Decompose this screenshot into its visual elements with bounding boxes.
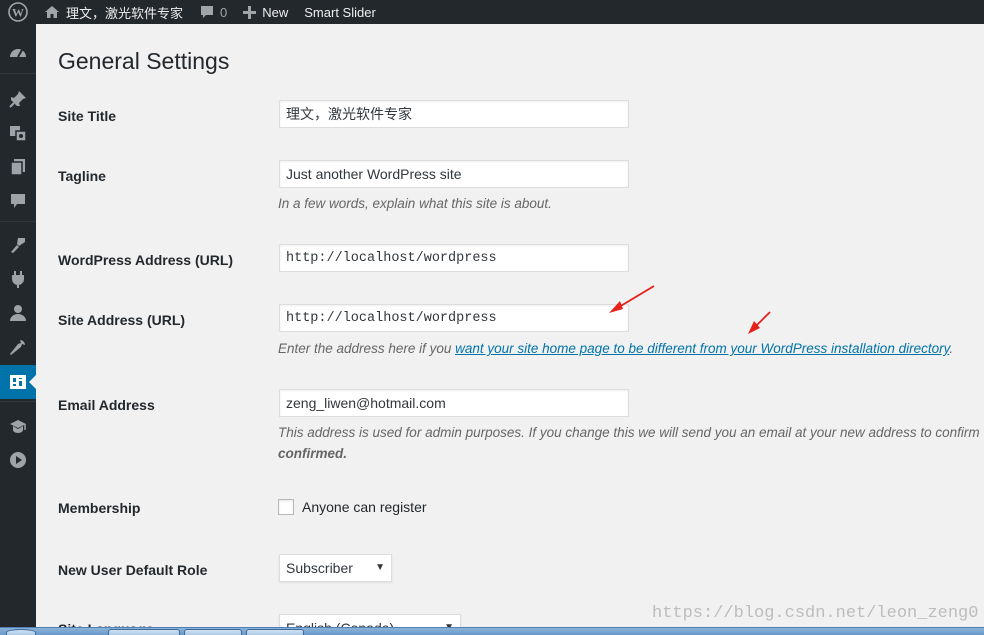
site-title-label: Site Title [58, 108, 117, 124]
site-title-input[interactable] [279, 100, 629, 128]
new-label: New [262, 4, 289, 20]
media-icon[interactable] [0, 116, 36, 150]
tagline-description: In a few words, explain what this site i… [278, 196, 552, 211]
site-address-description: Enter the address here if you want your … [278, 341, 953, 356]
comments-link[interactable]: 0 [191, 0, 235, 24]
dashboard-icon[interactable] [0, 36, 36, 70]
wordpress-address-input[interactable] [279, 244, 629, 272]
tagline-label: Tagline [58, 168, 106, 184]
comments-count: 0 [220, 4, 228, 20]
settings-content: General Settings Site Title Tagline In a… [36, 24, 984, 635]
watermark-text: https://blog.csdn.net/leon_zeng0 [652, 604, 979, 623]
site-name-link[interactable]: 理文，激光软件专家 [36, 0, 191, 24]
smart-slider-label: Smart Slider [304, 4, 376, 20]
appearance-icon[interactable] [0, 228, 36, 262]
anyone-can-register-label[interactable]: Anyone can register [302, 499, 427, 515]
graduation-cap-icon[interactable] [0, 409, 36, 443]
windows-taskbar [0, 627, 984, 635]
pin-icon[interactable] [0, 82, 36, 116]
taskbar-button[interactable] [108, 629, 180, 635]
users-icon[interactable] [0, 296, 36, 330]
default-role-label: New User Default Role [58, 562, 208, 578]
tools-icon[interactable] [0, 330, 36, 364]
email-confirmed-text: confirmed. [278, 446, 348, 461]
site-address-description-prefix: Enter the address here if you [278, 341, 456, 356]
dropdown-caret-icon: ▼ [375, 562, 385, 573]
site-name: 理文，激光软件专家 [66, 5, 184, 21]
settings-icon[interactable] [0, 365, 37, 399]
wordpress-address-label: WordPress Address (URL) [58, 252, 234, 268]
site-address-label: Site Address (URL) [58, 312, 186, 328]
default-role-select[interactable]: Subscriber ▼ [279, 554, 392, 582]
home-icon [44, 5, 60, 19]
site-address-help-link[interactable]: want your site home page to be different… [455, 341, 949, 356]
page-title: General Settings [58, 48, 230, 74]
new-content-link[interactable]: New [235, 0, 296, 24]
anyone-can-register-checkbox[interactable] [278, 499, 294, 515]
membership-label: Membership [58, 500, 141, 516]
email-description: This address is used for admin purposes.… [278, 425, 980, 440]
pages-icon[interactable] [0, 150, 36, 184]
email-description-confirmed: confirmed. [278, 446, 347, 461]
start-button[interactable] [6, 629, 36, 635]
video-play-icon[interactable] [0, 443, 36, 477]
email-address-label: Email Address [58, 397, 155, 413]
taskbar-button[interactable] [184, 629, 242, 635]
comment-bubble-icon [199, 4, 215, 20]
site-address-description-suffix: . [949, 341, 954, 356]
svg-text:W: W [12, 6, 24, 20]
plus-icon [243, 5, 257, 19]
email-address-input[interactable] [279, 389, 629, 417]
admin-sidebar [0, 24, 37, 635]
taskbar-button[interactable] [246, 629, 304, 635]
tagline-input[interactable] [279, 160, 629, 188]
admin-bar: W 理文，激光软件专家 0 New Smart Slider [0, 0, 984, 24]
smart-slider-link[interactable]: Smart Slider [296, 0, 384, 24]
plugins-icon[interactable] [0, 262, 36, 296]
default-role-value: Subscriber [286, 560, 353, 576]
site-address-input[interactable] [279, 304, 629, 332]
wordpress-logo-icon[interactable]: W [0, 0, 36, 24]
comments-icon[interactable] [0, 184, 36, 218]
